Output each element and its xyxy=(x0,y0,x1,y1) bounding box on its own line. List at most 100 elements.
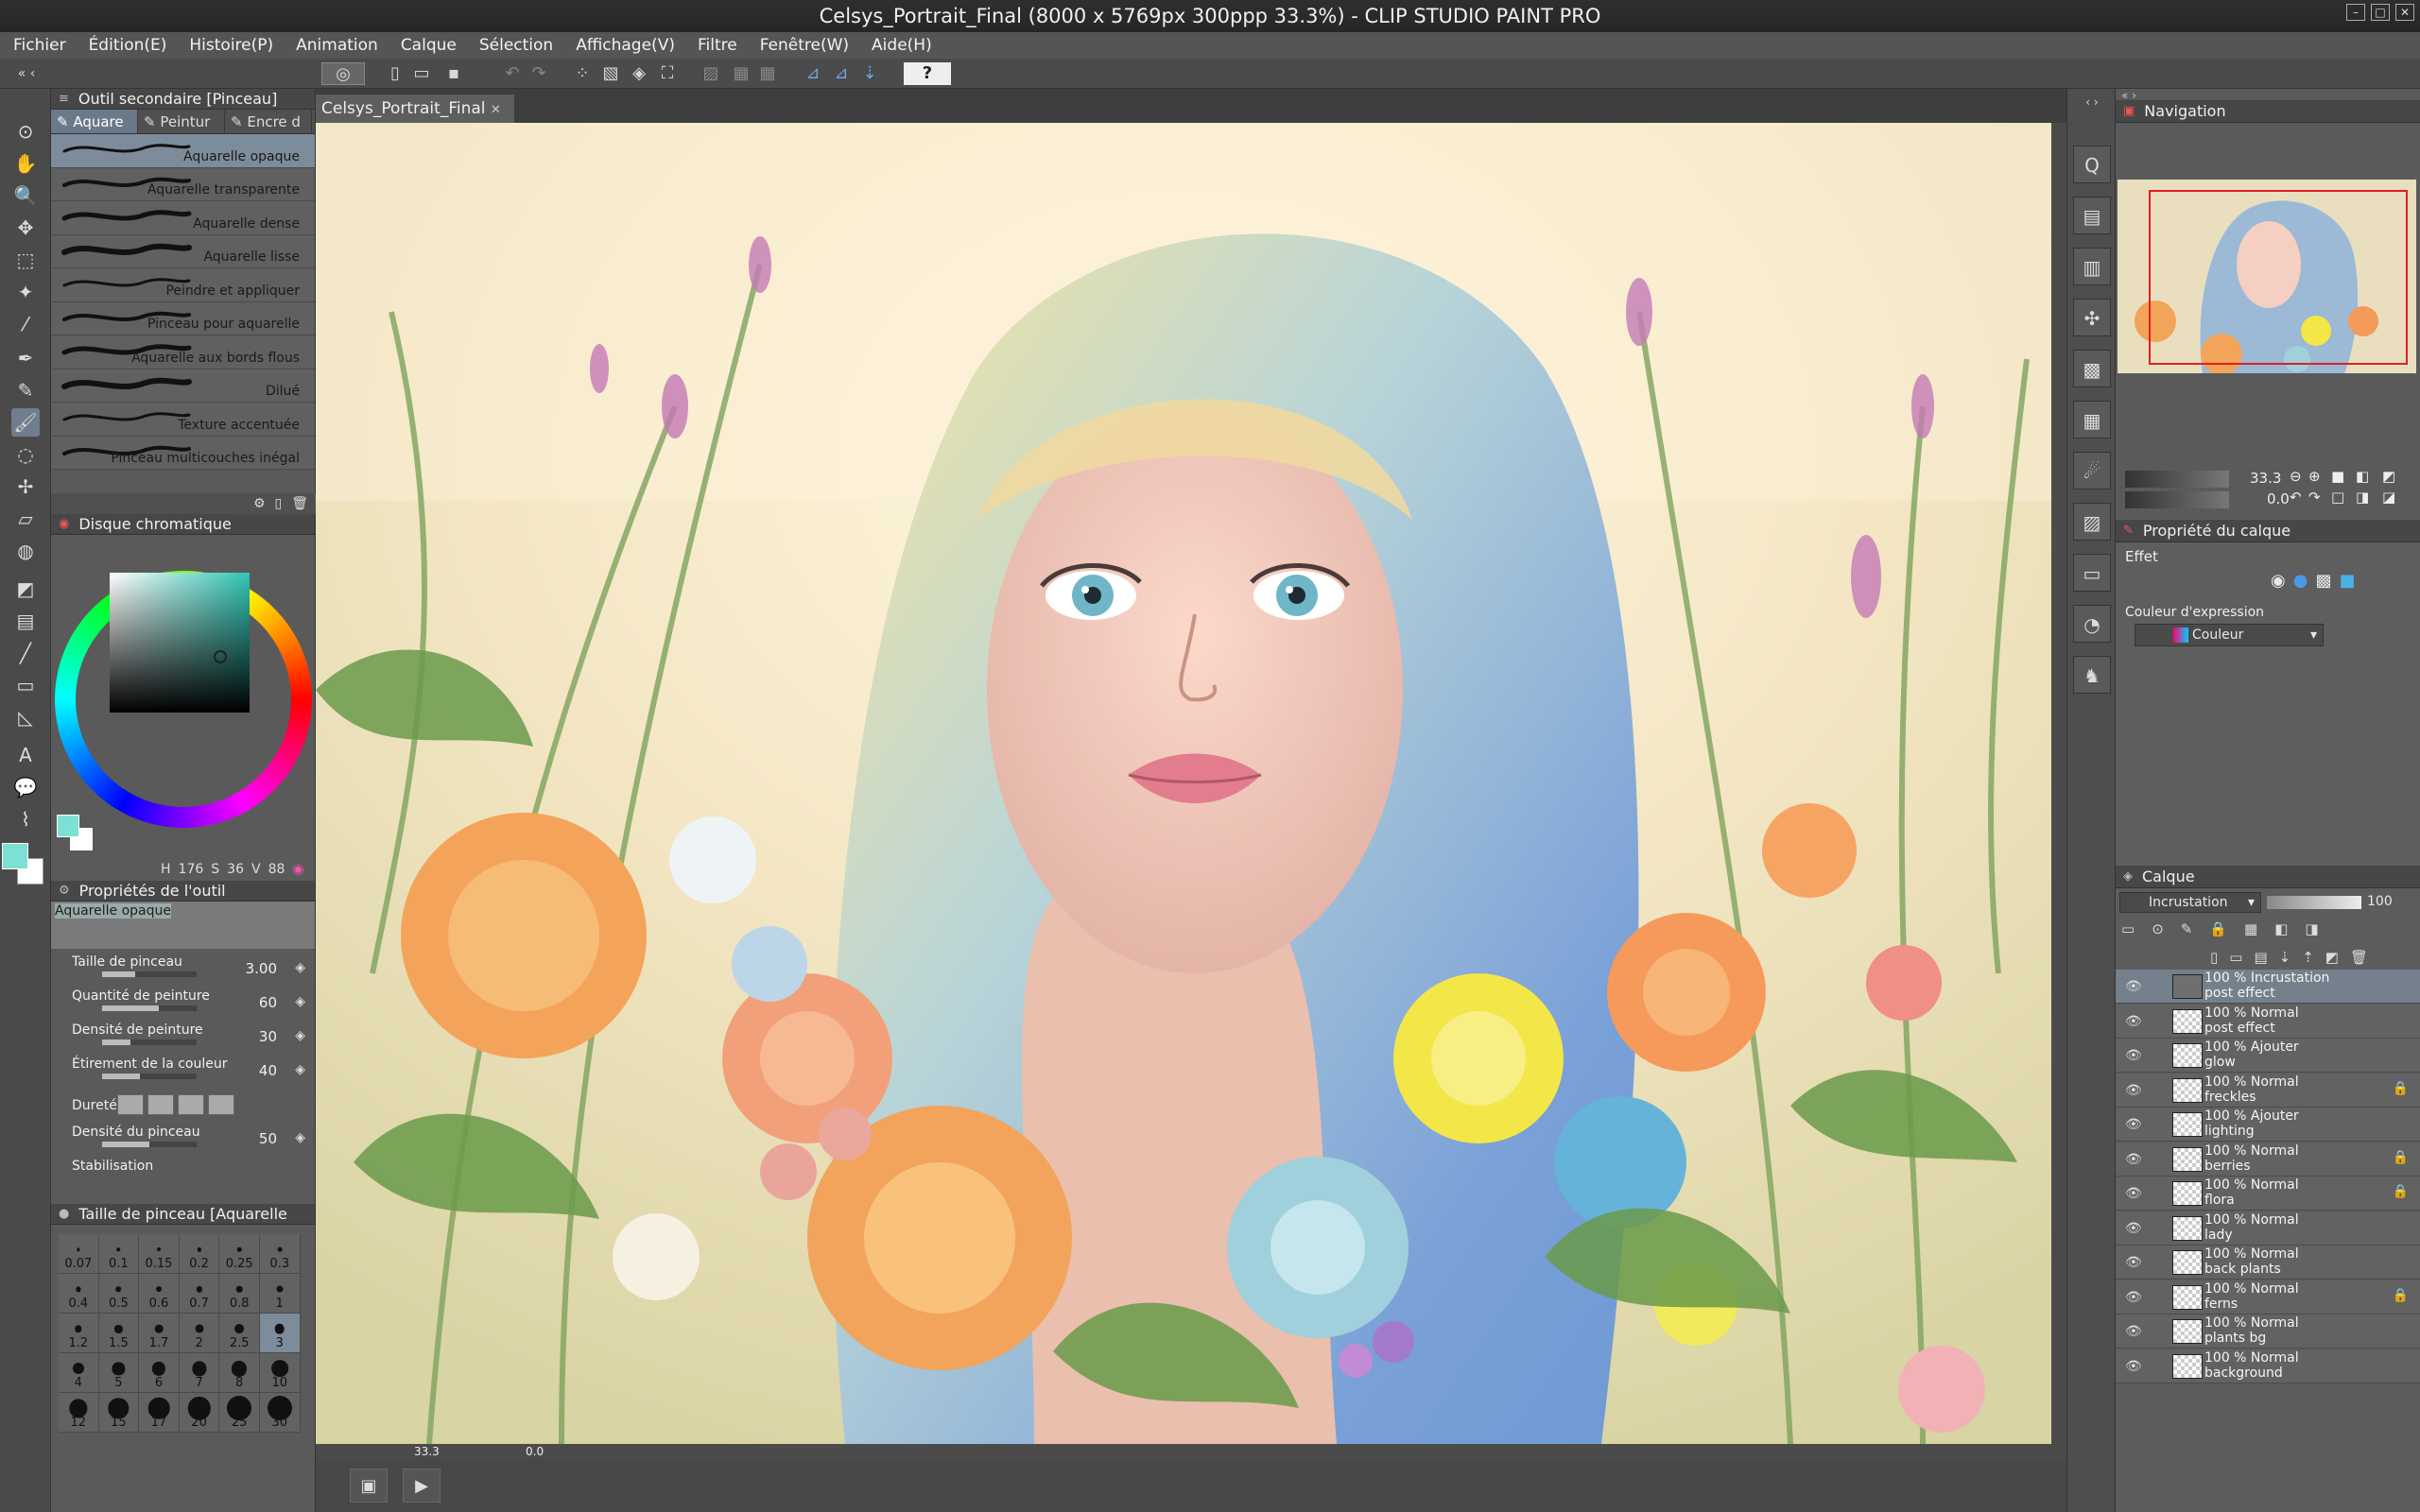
flip-vertical-icon[interactable]: ◨ xyxy=(2356,489,2369,506)
layer-row[interactable]: 👁 100 % Normal ferns 🔒 xyxy=(2116,1280,2420,1314)
search-icon[interactable]: Q xyxy=(2073,146,2111,183)
brush-size-preset[interactable]: 0.2 xyxy=(179,1234,220,1274)
snap-icon[interactable]: ▦ xyxy=(730,62,752,85)
brush-item[interactable]: Aquarelle dense xyxy=(51,201,315,235)
material-figure-icon[interactable]: ☄ xyxy=(2073,452,2111,490)
material-3d-icon[interactable]: ✣ xyxy=(2073,299,2111,336)
brush-size-preset[interactable]: 25 xyxy=(219,1393,260,1433)
brush-size-preset[interactable]: 1.2 xyxy=(59,1314,99,1353)
new-raster-layer-icon[interactable]: ▯ xyxy=(2210,949,2218,966)
subtool-tab[interactable]: ✎ Aquare xyxy=(51,110,138,133)
ruler-snap-icon[interactable]: ⊿ xyxy=(802,62,824,85)
rotate-icon[interactable]: ◩ xyxy=(2382,468,2395,485)
menu-item[interactable]: Histoire(P) xyxy=(189,36,273,55)
brush-size-preset[interactable]: 0.4 xyxy=(59,1274,99,1314)
canvas-tab[interactable]: Celsys_Portrait_Final ✕ xyxy=(316,94,514,123)
pressure-link-icon[interactable]: ◈ xyxy=(295,1130,305,1145)
brush-item[interactable]: Dilué xyxy=(51,369,315,403)
eye-icon[interactable]: 👁 xyxy=(2125,1359,2142,1374)
brush-item[interactable]: Aquarelle lisse xyxy=(51,234,315,268)
subtool-tab[interactable]: ✎ Encre d xyxy=(225,110,312,133)
close-icon[interactable]: ✕ xyxy=(2395,4,2414,21)
zoom-slider[interactable] xyxy=(2125,471,2229,488)
material-frame-icon[interactable]: ▭ xyxy=(2073,554,2111,592)
opacity-value[interactable]: 100 xyxy=(2367,894,2393,909)
lock-icon[interactable]: 🔒 xyxy=(2393,1150,2409,1165)
material-image-icon[interactable]: ▨ xyxy=(2073,503,2111,541)
brush-size-preset[interactable]: 8 xyxy=(219,1353,260,1393)
property-slider[interactable] xyxy=(102,1005,197,1011)
transfer-icon[interactable]: ⇡ xyxy=(2302,949,2314,966)
border-effect-icon[interactable]: ◉ xyxy=(2271,571,2286,591)
brush-size-preset[interactable]: 0.8 xyxy=(219,1274,260,1314)
eyedropper-icon[interactable]: ⁄ xyxy=(11,310,40,338)
material-grid-icon[interactable]: ▩ xyxy=(2073,350,2111,387)
layer-row[interactable]: 👁 100 % Ajouter glow xyxy=(2116,1039,2420,1073)
eye-icon[interactable]: 👁 xyxy=(2125,1014,2142,1029)
layer-row[interactable]: 👁 100 % Normal background xyxy=(2116,1349,2420,1383)
brush-size-preset[interactable]: 1.7 xyxy=(139,1314,180,1353)
menu-item[interactable]: Fichier xyxy=(13,36,66,55)
layer-row[interactable]: 👁 100 % Normal lady xyxy=(2116,1211,2420,1246)
brush-item[interactable]: Pinceau multicouches inégal xyxy=(51,436,315,470)
layer-row[interactable]: 👁 100 % Normal back plants xyxy=(2116,1246,2420,1280)
reset-view-icon[interactable]: ◪ xyxy=(2382,489,2395,506)
right-panel-arrows[interactable]: « › xyxy=(2116,89,2420,102)
help-icon[interactable]: ? xyxy=(904,62,951,85)
collapse-arrows-icon[interactable]: « ‹ xyxy=(0,62,53,85)
brush-size-preset[interactable]: 0.7 xyxy=(179,1274,220,1314)
copy-icon[interactable]: ▯ xyxy=(275,496,283,511)
minimize-icon[interactable]: – xyxy=(2346,4,2365,21)
zoom-icon[interactable]: ⊙ xyxy=(11,117,40,146)
figure-icon[interactable]: ╱ xyxy=(11,639,40,667)
fit-icon[interactable]: ■ xyxy=(2331,468,2344,485)
flip-horizontal-icon[interactable]: ◧ xyxy=(2356,468,2369,485)
pressure-link-icon[interactable]: ◈ xyxy=(295,1062,305,1077)
brush-size-preset[interactable]: 12 xyxy=(59,1393,99,1433)
selection-tool-icon[interactable]: ⁘ xyxy=(571,62,594,85)
eye-icon[interactable]: 👁 xyxy=(2125,1083,2142,1098)
expression-color-select[interactable]: Couleur ▾ xyxy=(2135,624,2324,646)
brush-size-preset[interactable]: 0.3 xyxy=(259,1234,301,1274)
move-icon[interactable]: ✥ xyxy=(11,214,40,242)
mask-icon[interactable]: ◧ xyxy=(2274,920,2288,937)
eye-icon[interactable]: 👁 xyxy=(2125,1152,2142,1167)
magnifier-icon[interactable]: 🔍 xyxy=(11,181,40,210)
property-slider[interactable] xyxy=(102,971,197,977)
brush-size-preset[interactable]: 7 xyxy=(179,1353,220,1393)
hardness-option[interactable] xyxy=(208,1094,234,1115)
zoom-out-icon[interactable]: ⊖ xyxy=(2290,468,2302,485)
new-folder-icon[interactable]: ▤ xyxy=(2254,949,2267,966)
eye-icon[interactable]: 👁 xyxy=(2125,1186,2142,1201)
opacity-slider[interactable] xyxy=(2267,896,2361,909)
blend-mode-select[interactable]: Incrustation ▾ xyxy=(2119,892,2261,913)
menu-item[interactable]: Filtre xyxy=(698,36,737,55)
saturation-value-square[interactable] xyxy=(110,573,250,713)
brush-size-preset[interactable]: 0.6 xyxy=(139,1274,180,1314)
tone-icon[interactable]: ▩ xyxy=(2315,571,2331,591)
watercolor-edge-icon[interactable]: ● xyxy=(2293,571,2308,591)
clear-icon[interactable]: ▧ xyxy=(599,62,622,85)
brush-size-preset[interactable]: 3 xyxy=(259,1314,301,1353)
eye-icon[interactable]: 👁 xyxy=(2125,1117,2142,1132)
brush-item[interactable]: Texture accentuée xyxy=(51,403,315,437)
text-icon[interactable]: A xyxy=(11,741,40,769)
menu-item[interactable]: Édition(E) xyxy=(89,36,167,55)
brush-size-preset[interactable]: 0.07 xyxy=(59,1234,99,1274)
trash-icon[interactable]: 🗑 xyxy=(291,496,308,511)
rotate-right-icon[interactable]: ↷ xyxy=(2308,489,2321,506)
new-file-icon[interactable]: ▯ xyxy=(384,62,406,85)
lock-alpha-icon[interactable]: ▦ xyxy=(2244,920,2257,937)
ruler-link-icon[interactable]: ◨ xyxy=(2305,920,2318,937)
material-pose-icon[interactable]: ♞ xyxy=(2073,656,2111,694)
property-value[interactable]: 30 xyxy=(259,1028,277,1045)
hand-icon[interactable]: ✋ xyxy=(11,149,40,178)
airbrush-icon[interactable]: ◌ xyxy=(11,440,40,469)
layer-row[interactable]: 👁 100 % Normal plants bg xyxy=(2116,1314,2420,1349)
eraser-icon[interactable]: ▱ xyxy=(11,505,40,533)
fill-icon[interactable]: ◈ xyxy=(628,62,650,85)
layer-row[interactable]: 👁 100 % Incrustation post effect xyxy=(2116,970,2420,1004)
tab-close-icon[interactable]: ✕ xyxy=(491,103,501,117)
panel-menu-icon[interactable]: ≡ xyxy=(59,92,69,106)
color-picker-cursor[interactable] xyxy=(214,650,227,663)
